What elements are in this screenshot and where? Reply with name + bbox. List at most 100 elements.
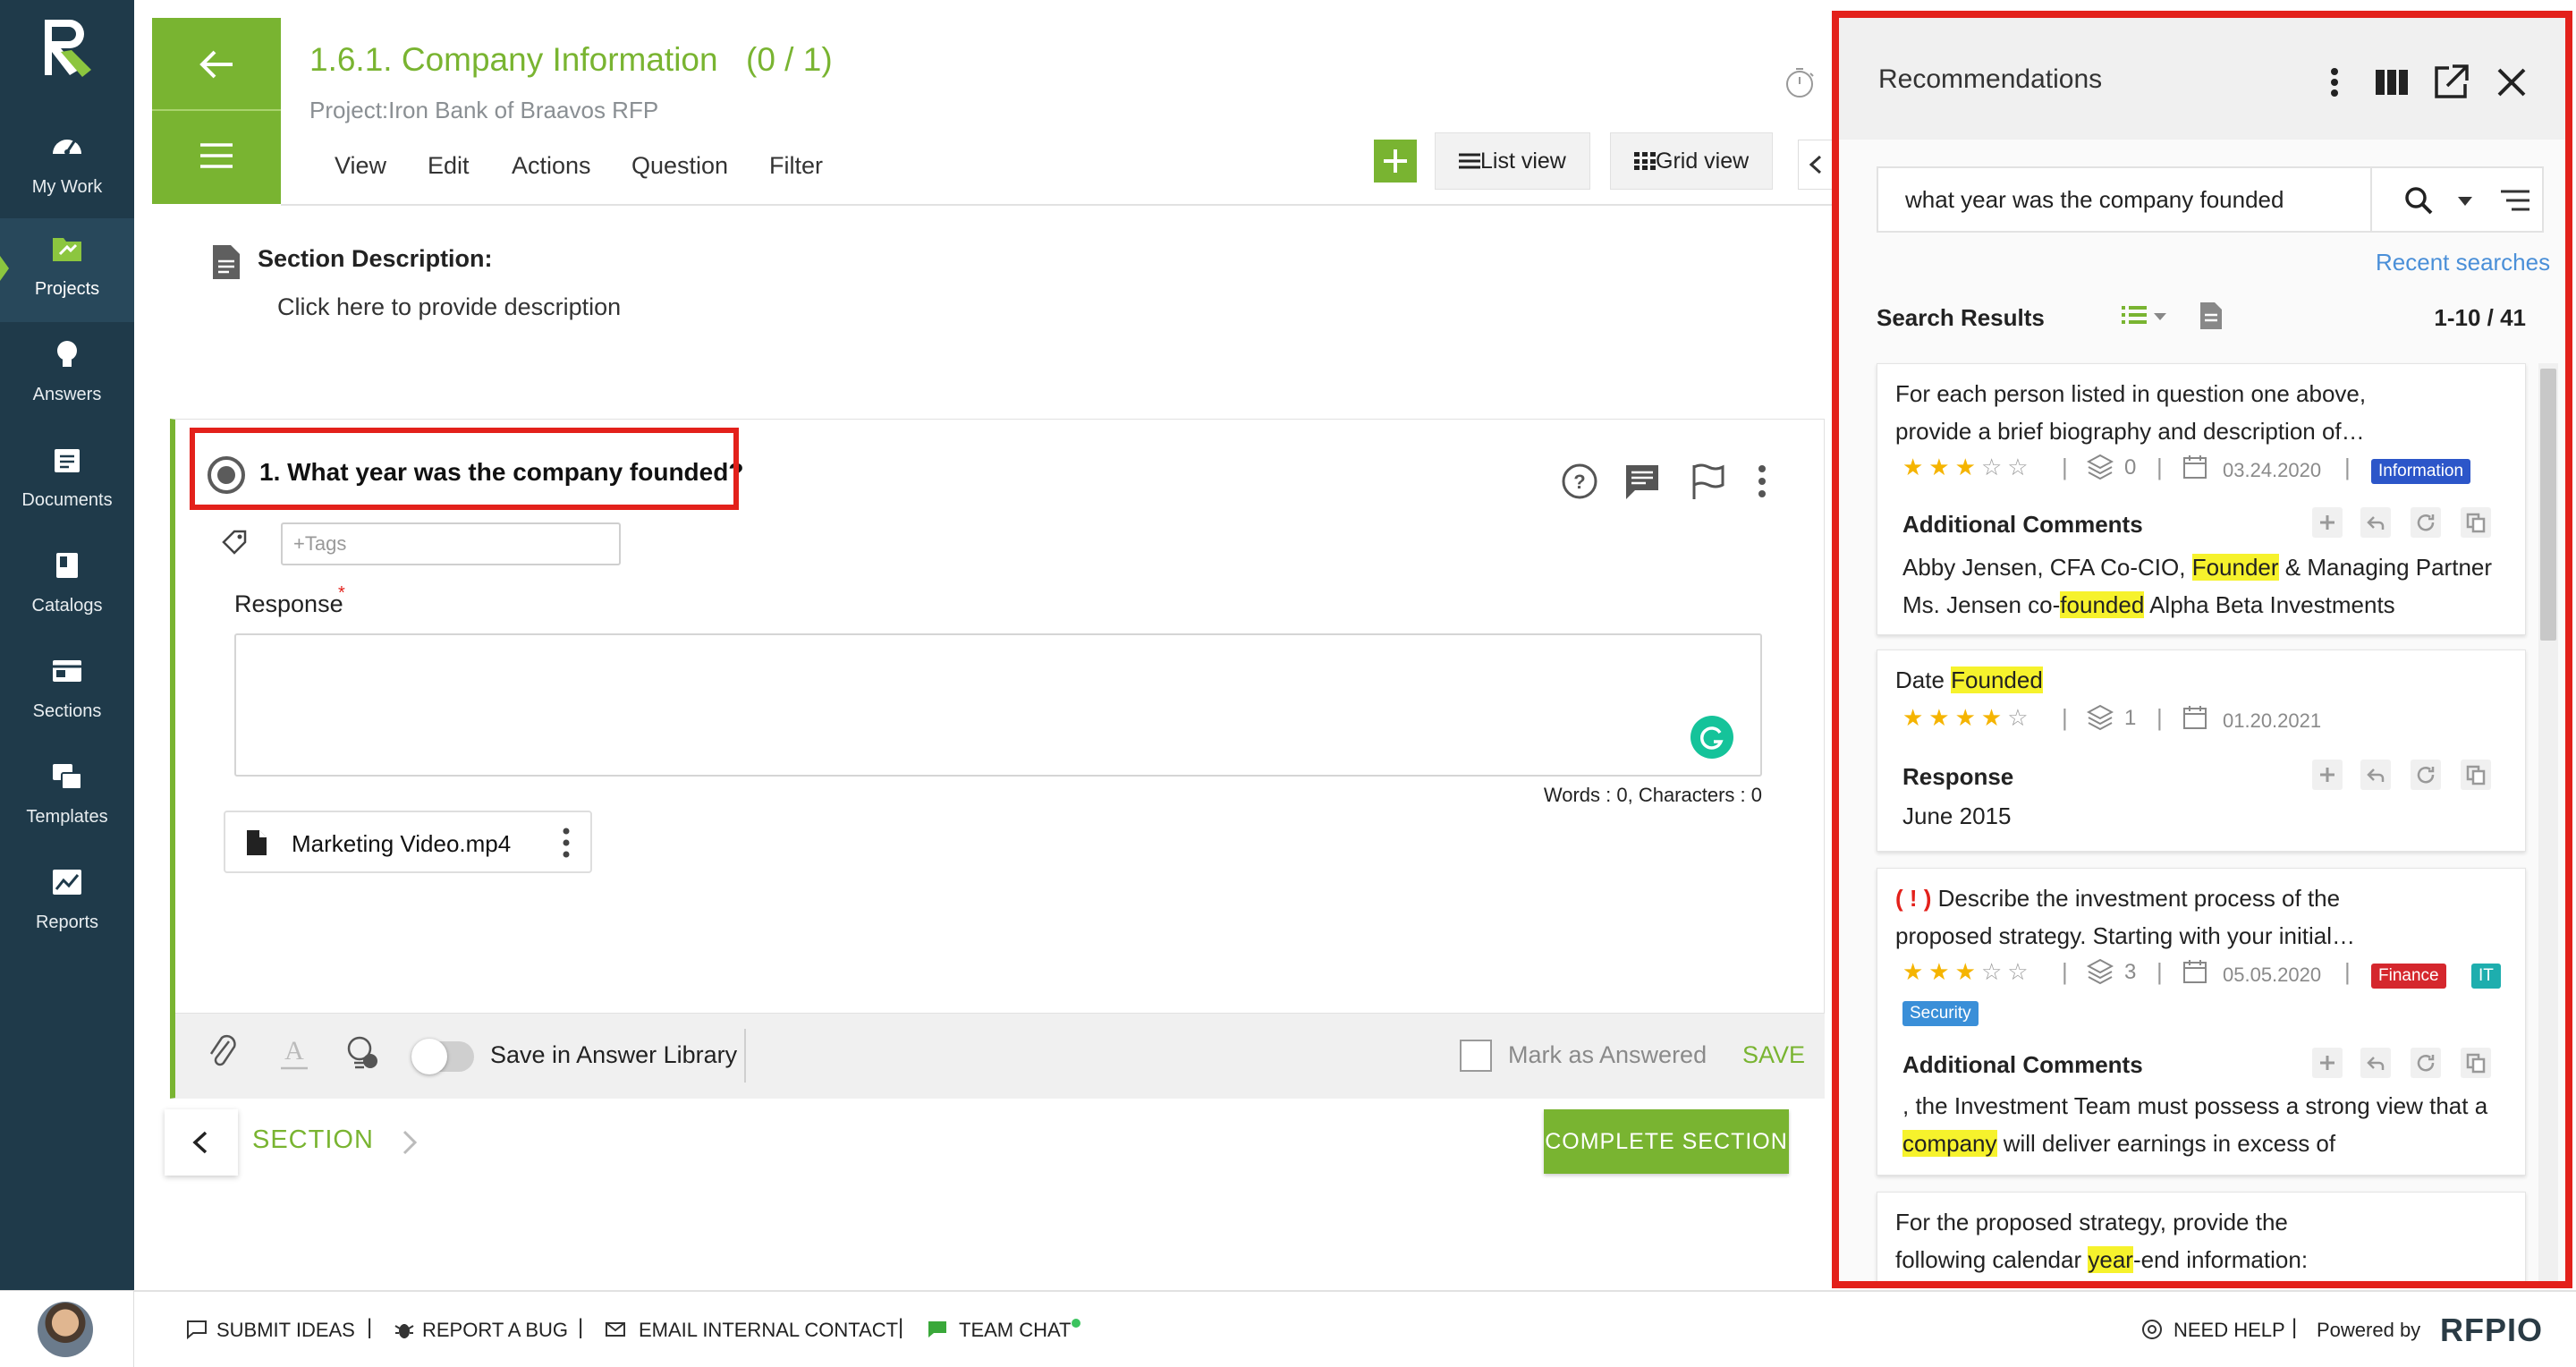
chevron-left-icon: [1809, 155, 1822, 174]
mark-answered-checkbox[interactable]: [1460, 1040, 1492, 1072]
copy-button[interactable]: [2461, 1048, 2491, 1078]
card-date: 03.24.2020: [2223, 459, 2322, 481]
help-icon[interactable]: ?: [1560, 462, 1599, 501]
recommendations-title: Recommendations: [1878, 64, 2103, 94]
replace-button[interactable]: [2411, 507, 2441, 538]
reply-icon: [2367, 516, 2385, 530]
header-divider: [281, 204, 1832, 206]
flag-icon[interactable]: [1689, 462, 1728, 501]
attachment-chip[interactable]: Marketing Video.mp4: [224, 811, 592, 873]
result-card[interactable]: For the proposed strategy, provide the f…: [1877, 1192, 2526, 1281]
bar-separator: |: [2292, 1315, 2298, 1339]
save-button[interactable]: SAVE: [1742, 1041, 1805, 1069]
attachment-name: Marketing Video.mp4: [292, 830, 512, 857]
team-chat-link[interactable]: TEAM CHAT: [959, 1319, 1071, 1342]
previous-section-button[interactable]: [165, 1109, 238, 1176]
replace-button[interactable]: [2411, 760, 2441, 790]
tags-input[interactable]: [281, 522, 621, 565]
back-button[interactable]: [152, 18, 281, 111]
open-external-icon[interactable]: [2431, 63, 2470, 102]
collapse-panel-button[interactable]: [1798, 140, 1834, 190]
sort-lines-icon[interactable]: [2499, 184, 2531, 217]
file-icon: [247, 830, 267, 855]
document-icon: [213, 245, 240, 279]
attachment-menu-icon[interactable]: [560, 827, 572, 859]
list-view-toggle-icon[interactable]: [2120, 301, 2170, 331]
hamburger-menu-button[interactable]: [152, 113, 281, 204]
menu-actions[interactable]: Actions: [512, 152, 591, 180]
suggest-answer-icon[interactable]: [342, 1032, 383, 1074]
card-answer-line: Ms. Jensen co-founded Alpha Beta Investm…: [1902, 591, 2395, 618]
nav-templates[interactable]: Templates: [0, 746, 134, 850]
result-card[interactable]: For each person listed in question one a…: [1877, 363, 2526, 635]
card-section-label: Response: [1902, 763, 2014, 790]
timer-icon[interactable]: [1784, 66, 1816, 98]
add-question-button[interactable]: [1374, 140, 1417, 183]
response-textarea[interactable]: [234, 633, 1762, 777]
result-card[interactable]: Date Founded ★★★★☆ | 1 | 01.20.2021 Resp…: [1877, 650, 2526, 852]
text-format-icon[interactable]: A: [274, 1032, 315, 1074]
reply-button[interactable]: [2360, 507, 2391, 538]
user-avatar-area: [0, 1290, 134, 1367]
nav-my-work[interactable]: My Work: [0, 116, 134, 220]
search-icon[interactable]: [2402, 184, 2435, 217]
columns-icon[interactable]: [2372, 63, 2411, 102]
save-in-library-toggle[interactable]: [411, 1039, 474, 1074]
recommendations-header: Recommendations: [1839, 18, 2565, 140]
result-card[interactable]: ( ! ) Describe the investment process of…: [1877, 868, 2526, 1176]
recommendation-search-input[interactable]: [1880, 170, 2363, 229]
grid-icon: [1634, 152, 1656, 170]
powered-by-label: Powered by: [2317, 1319, 2421, 1341]
bar-separator: |: [578, 1315, 584, 1339]
recent-searches-link[interactable]: Recent searches: [2376, 249, 2550, 276]
avatar[interactable]: [38, 1302, 93, 1357]
card-date: 05.05.2020: [2223, 964, 2322, 986]
meta-separator: |: [2157, 454, 2163, 480]
documents-icon: [55, 449, 80, 472]
list-view-button[interactable]: List view: [1435, 132, 1590, 190]
insert-answer-button[interactable]: [2312, 760, 2343, 790]
card-question-line: For each person listed in question one a…: [1895, 380, 2367, 407]
complete-section-button[interactable]: COMPLETE SECTION: [1544, 1109, 1789, 1174]
menu-filter[interactable]: Filter: [769, 152, 823, 180]
results-count: 1-10 / 41: [2434, 304, 2526, 331]
insert-answer-button[interactable]: [2312, 507, 2343, 538]
submit-ideas-link[interactable]: SUBMIT IDEAS: [216, 1319, 355, 1342]
plus-icon: [2320, 1056, 2334, 1070]
caret-down-icon[interactable]: [2456, 184, 2474, 217]
comment-icon[interactable]: [1623, 462, 1662, 501]
nav-documents[interactable]: Documents: [0, 429, 134, 533]
nav-reports[interactable]: Reports: [0, 852, 134, 955]
kebab-menu-icon[interactable]: [1744, 462, 1780, 501]
menu-view[interactable]: View: [335, 152, 386, 180]
nav-answers[interactable]: Answers: [0, 324, 134, 428]
search-results-label: Search Results: [1877, 304, 2045, 331]
replace-button[interactable]: [2411, 1048, 2441, 1078]
email-internal-contact-link[interactable]: EMAIL INTERNAL CONTACT: [639, 1319, 898, 1342]
insert-answer-button[interactable]: [2312, 1048, 2343, 1078]
question-highlight-box: [190, 428, 739, 510]
close-icon[interactable]: [2492, 63, 2531, 102]
grammarly-button[interactable]: [1690, 716, 1733, 759]
tag-badge: Information: [2371, 459, 2471, 484]
report-bug-link[interactable]: REPORT A BUG: [422, 1319, 568, 1342]
paperclip-icon[interactable]: [204, 1032, 245, 1074]
chat-icon: [928, 1321, 946, 1337]
menu-question[interactable]: Question: [631, 152, 728, 180]
scrollbar-thumb[interactable]: [2540, 369, 2556, 641]
section-description-placeholder[interactable]: Click here to provide description: [277, 293, 621, 321]
nav-sections[interactable]: Sections: [0, 641, 134, 744]
reply-button[interactable]: [2360, 1048, 2391, 1078]
nav-projects[interactable]: Projects: [0, 218, 134, 322]
reply-button[interactable]: [2360, 760, 2391, 790]
rfpio-logo[interactable]: [39, 16, 95, 81]
nav-catalogs[interactable]: Catalogs: [0, 535, 134, 639]
chevron-right-icon[interactable]: [399, 1129, 420, 1156]
copy-button[interactable]: [2461, 507, 2491, 538]
menu-edit[interactable]: Edit: [428, 152, 470, 180]
need-help-link[interactable]: NEED HELP: [2174, 1319, 2285, 1342]
document-view-icon[interactable]: [2197, 301, 2224, 331]
more-options-icon[interactable]: [2315, 63, 2354, 102]
grid-view-button[interactable]: Grid view: [1610, 132, 1774, 190]
copy-button[interactable]: [2461, 760, 2491, 790]
